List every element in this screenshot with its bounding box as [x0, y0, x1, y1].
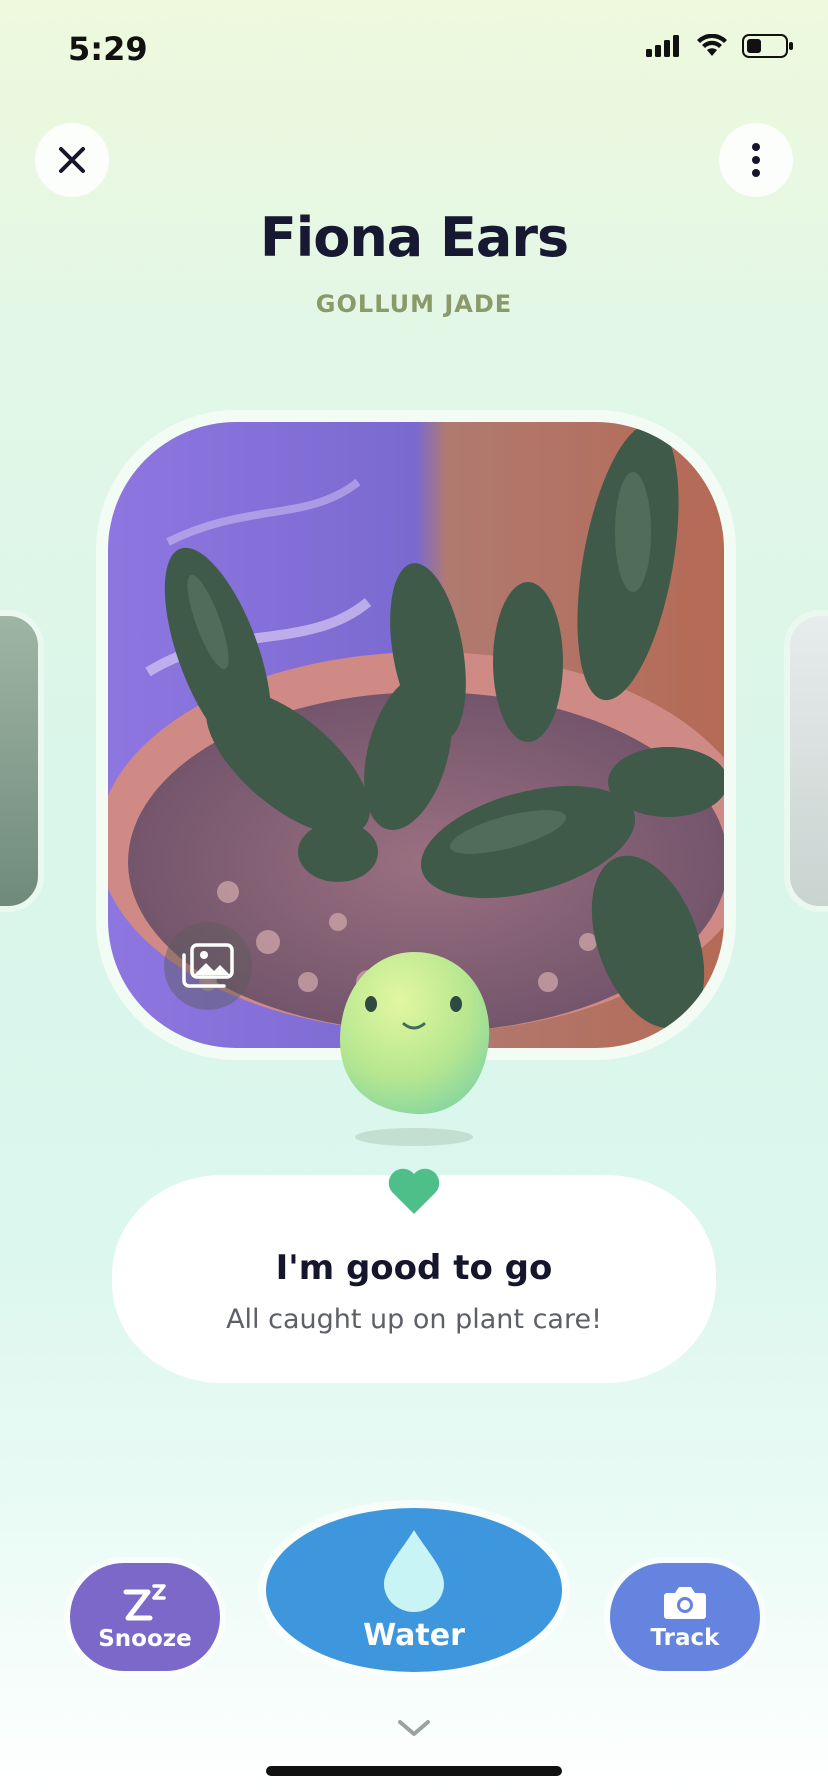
water-drop-icon: [384, 1529, 444, 1612]
close-icon: [59, 147, 85, 173]
zzz-icon: [123, 1584, 166, 1621]
wifi-icon: [697, 34, 727, 56]
status-title: I'm good to go: [275, 1248, 553, 1288]
status-bar: 5:29: [0, 0, 828, 100]
plant-mascot-icon: [340, 952, 490, 1115]
home-indicator: [266, 1766, 562, 1776]
close-button[interactable]: [35, 123, 109, 197]
gallery-icon: [182, 943, 234, 988]
track-label: Track: [650, 1625, 720, 1651]
snooze-label: Snooze: [98, 1626, 192, 1652]
heart-icon: [388, 1168, 440, 1214]
photo-gallery-button[interactable]: [164, 922, 252, 1010]
next-plant-card[interactable]: [784, 610, 828, 912]
plant-type: GOLLUM JADE: [315, 290, 513, 318]
snooze-button[interactable]: Snooze: [70, 1563, 220, 1671]
status-subtitle: All caught up on plant care!: [226, 1304, 602, 1335]
water-button[interactable]: Water: [266, 1508, 562, 1672]
mascot-shadow: [355, 1128, 473, 1146]
chevron-down-icon[interactable]: [396, 1718, 432, 1738]
previous-plant-card[interactable]: [0, 610, 44, 912]
status-time: 5:29: [68, 30, 148, 68]
cellular-signal-icon: [646, 35, 679, 57]
camera-icon: [664, 1587, 706, 1619]
more-vertical-icon: [752, 143, 760, 177]
plant-name: Fiona Ears: [259, 206, 569, 269]
track-button[interactable]: Track: [610, 1563, 760, 1671]
status-icons: [646, 34, 794, 58]
water-label: Water: [363, 1617, 465, 1653]
battery-icon: [742, 34, 793, 58]
more-options-button[interactable]: [719, 123, 793, 197]
